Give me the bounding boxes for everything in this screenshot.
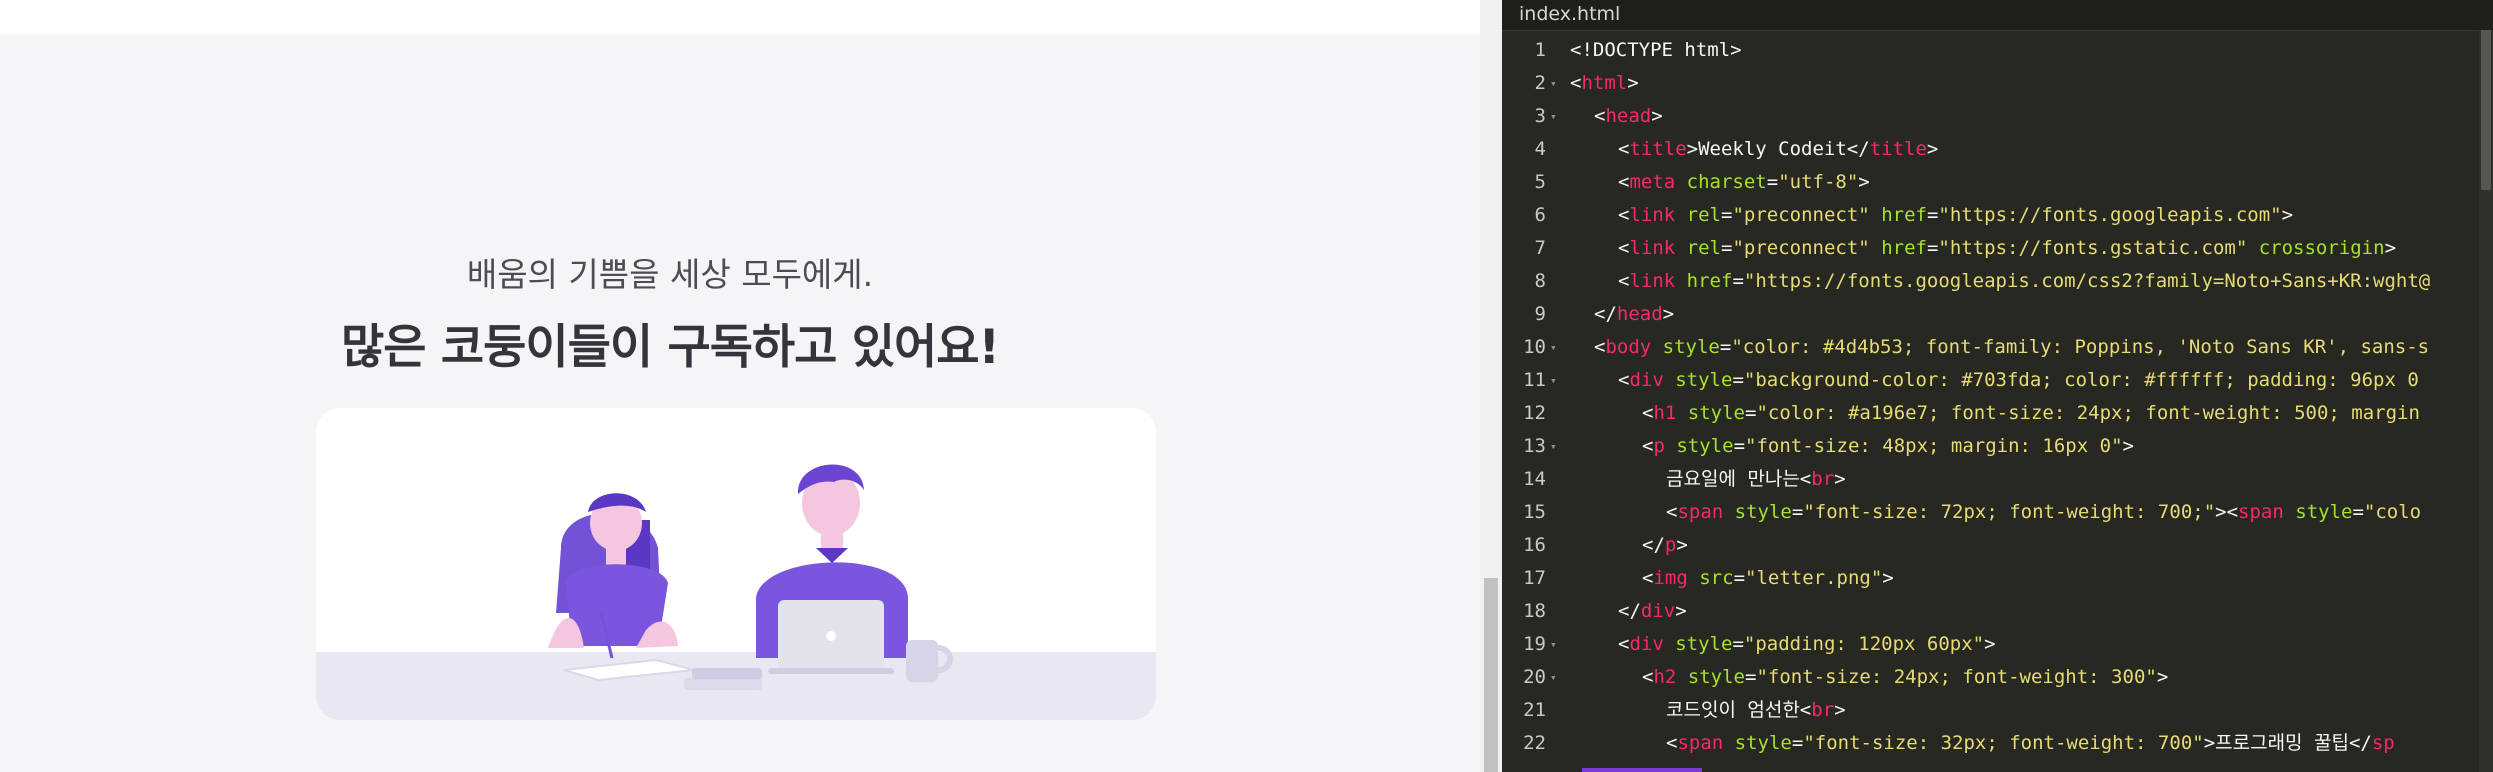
code-text: 금요일에 만나는<br>	[1666, 468, 1846, 490]
line-number: 11	[1523, 369, 1546, 391]
code-line[interactable]: 3 ▾ <head>	[1502, 100, 2493, 133]
previous-section-edge	[0, 0, 1480, 34]
preview-scrollbar-thumb[interactable]	[1484, 578, 1498, 772]
line-number: 1	[1534, 39, 1546, 61]
fold-arrow-icon[interactable]: ▾	[1550, 364, 1557, 397]
line-number: 15	[1523, 501, 1546, 523]
section-headline: 많은 코둥이들이 구독하고 있어요!	[341, 320, 1000, 375]
fold-arrow-icon[interactable]: ▾	[1550, 331, 1557, 364]
code-line[interactable]: 5 <meta charset="utf-8">	[1502, 166, 2493, 199]
code-line[interactable]: 19 ▾ <div style="padding: 120px 60px">	[1502, 628, 2493, 661]
code-lines[interactable]: 1 <!DOCTYPE html> 2 ▾ <html> 3 ▾ <head> 4 <title>…	[1502, 34, 2493, 760]
preview-scrollbar[interactable]	[1480, 0, 1502, 772]
fold-arrow-icon[interactable]: ▾	[1550, 67, 1557, 100]
illustration-card	[316, 408, 1156, 720]
code-text: <div style="background-color: #703fda; c…	[1618, 369, 2419, 391]
woman-figure	[548, 493, 678, 648]
code-line[interactable]: 10 ▾ <body style="color: #4d4b53; font-fam…	[1502, 331, 2493, 364]
line-number: 10	[1523, 336, 1546, 358]
fold-arrow-icon[interactable]: ▾	[1550, 100, 1557, 133]
code-text: 코드잇이 엄선한<br>	[1666, 699, 1846, 721]
code-text: <head>	[1594, 105, 1663, 127]
code-line[interactable]: 8 <link href="https://fonts.googleapis.co…	[1502, 265, 2493, 298]
students-studying-illustration	[316, 464, 1156, 720]
line-number: 16	[1523, 534, 1546, 556]
code-text: <img src="letter.png">	[1642, 567, 1894, 589]
line-number: 3	[1534, 105, 1546, 127]
code-text: <link href="https://fonts.googleapis.com…	[1618, 270, 2431, 292]
code-line[interactable]: 11 ▾ <div style="background-color: #703fda…	[1502, 364, 2493, 397]
code-line[interactable]: 12 <h1 style="color: #a196e7; font-size: …	[1502, 397, 2493, 430]
code-line[interactable]: 21 코드잇이 엄선한<br>	[1502, 694, 2493, 727]
code-text: <p style="font-size: 48px; margin: 16px …	[1642, 435, 2134, 457]
line-number: 13	[1523, 435, 1546, 457]
code-line[interactable]: 9 </head>	[1502, 298, 2493, 331]
code-editor-pane[interactable]: index.html 1 <!DOCTYPE html> 2 ▾ <html> 3 ▾ <he…	[1502, 0, 2493, 772]
code-text: <body style="color: #4d4b53; font-family…	[1594, 336, 2430, 358]
code-text: <link rel="preconnect" href="https://fon…	[1618, 237, 2397, 259]
code-text: <div style="padding: 120px 60px">	[1618, 633, 1996, 655]
code-text: <span style="font-size: 72px; font-weigh…	[1666, 501, 2422, 523]
line-number: 9	[1534, 303, 1546, 325]
code-text: <meta charset="utf-8">	[1618, 171, 1870, 193]
code-line[interactable]: 4 <title>Weekly Codeit</title>	[1502, 133, 2493, 166]
fold-arrow-icon[interactable]: ▾	[1550, 430, 1557, 463]
editor-tab-bar: index.html	[1502, 0, 2493, 31]
code-line[interactable]: 1 <!DOCTYPE html>	[1502, 34, 2493, 67]
line-number: 6	[1534, 204, 1546, 226]
code-text: <!DOCTYPE html>	[1570, 39, 1742, 61]
line-number: 12	[1523, 402, 1546, 424]
code-line[interactable]: 20 ▾ <h2 style="font-size: 24px; font-weig…	[1502, 661, 2493, 694]
code-text: <h1 style="color: #a196e7; font-size: 24…	[1642, 402, 2420, 424]
editor-status-indicator	[1582, 768, 1702, 772]
code-text: <link rel="preconnect" href="https://fon…	[1618, 204, 2294, 226]
code-line[interactable]: 2 ▾ <html>	[1502, 67, 2493, 100]
code-line[interactable]: 15 <span style="font-size: 72px; font-wei…	[1502, 496, 2493, 529]
line-number: 2	[1534, 72, 1546, 94]
code-text: <h2 style="font-size: 24px; font-weight:…	[1642, 666, 2169, 688]
line-number: 20	[1523, 666, 1546, 688]
fold-arrow-icon[interactable]: ▾	[1550, 661, 1557, 694]
code-line[interactable]: 22 <span style="font-size: 32px; font-wei…	[1502, 727, 2493, 760]
browser-preview-pane: 배움의 기쁨을 세상 모두에게. 많은 코둥이들이 구독하고 있어요!	[0, 0, 1480, 772]
code-text: </div>	[1618, 600, 1687, 622]
line-number: 14	[1523, 468, 1546, 490]
fold-arrow-icon[interactable]: ▾	[1550, 628, 1557, 661]
code-line[interactable]: 14 금요일에 만나는<br>	[1502, 463, 2493, 496]
section-subtitle: 배움의 기쁨을 세상 모두에게.	[466, 255, 874, 294]
code-line[interactable]: 16 </p>	[1502, 529, 2493, 562]
line-number: 21	[1523, 699, 1546, 721]
code-text: <span style="font-size: 32px; font-weigh…	[1666, 732, 2395, 754]
line-number: 7	[1534, 237, 1546, 259]
code-line[interactable]: 6 <link rel="preconnect" href="https://fo…	[1502, 199, 2493, 232]
code-line[interactable]: 13 ▾ <p style="font-size: 48px; margin: 16…	[1502, 430, 2493, 463]
code-text: </head>	[1594, 303, 1675, 325]
line-number: 19	[1523, 633, 1546, 655]
editor-scrollbar-thumb[interactable]	[2481, 30, 2491, 190]
line-number: 4	[1534, 138, 1546, 160]
code-text: </p>	[1642, 534, 1688, 556]
code-text: <html>	[1570, 72, 1639, 94]
line-number: 22	[1523, 732, 1546, 754]
file-tab-index-html[interactable]: index.html	[1519, 3, 1620, 25]
editor-scrollbar[interactable]	[2479, 30, 2493, 772]
code-text: <title>Weekly Codeit</title>	[1618, 138, 1939, 160]
code-line[interactable]: 7 <link rel="preconnect" href="https://fo…	[1502, 232, 2493, 265]
code-line[interactable]: 17 <img src="letter.png">	[1502, 562, 2493, 595]
line-number: 8	[1534, 270, 1546, 292]
line-number: 17	[1523, 567, 1546, 589]
line-number: 5	[1534, 171, 1546, 193]
code-line[interactable]: 18 </div>	[1502, 595, 2493, 628]
line-number: 18	[1523, 600, 1546, 622]
